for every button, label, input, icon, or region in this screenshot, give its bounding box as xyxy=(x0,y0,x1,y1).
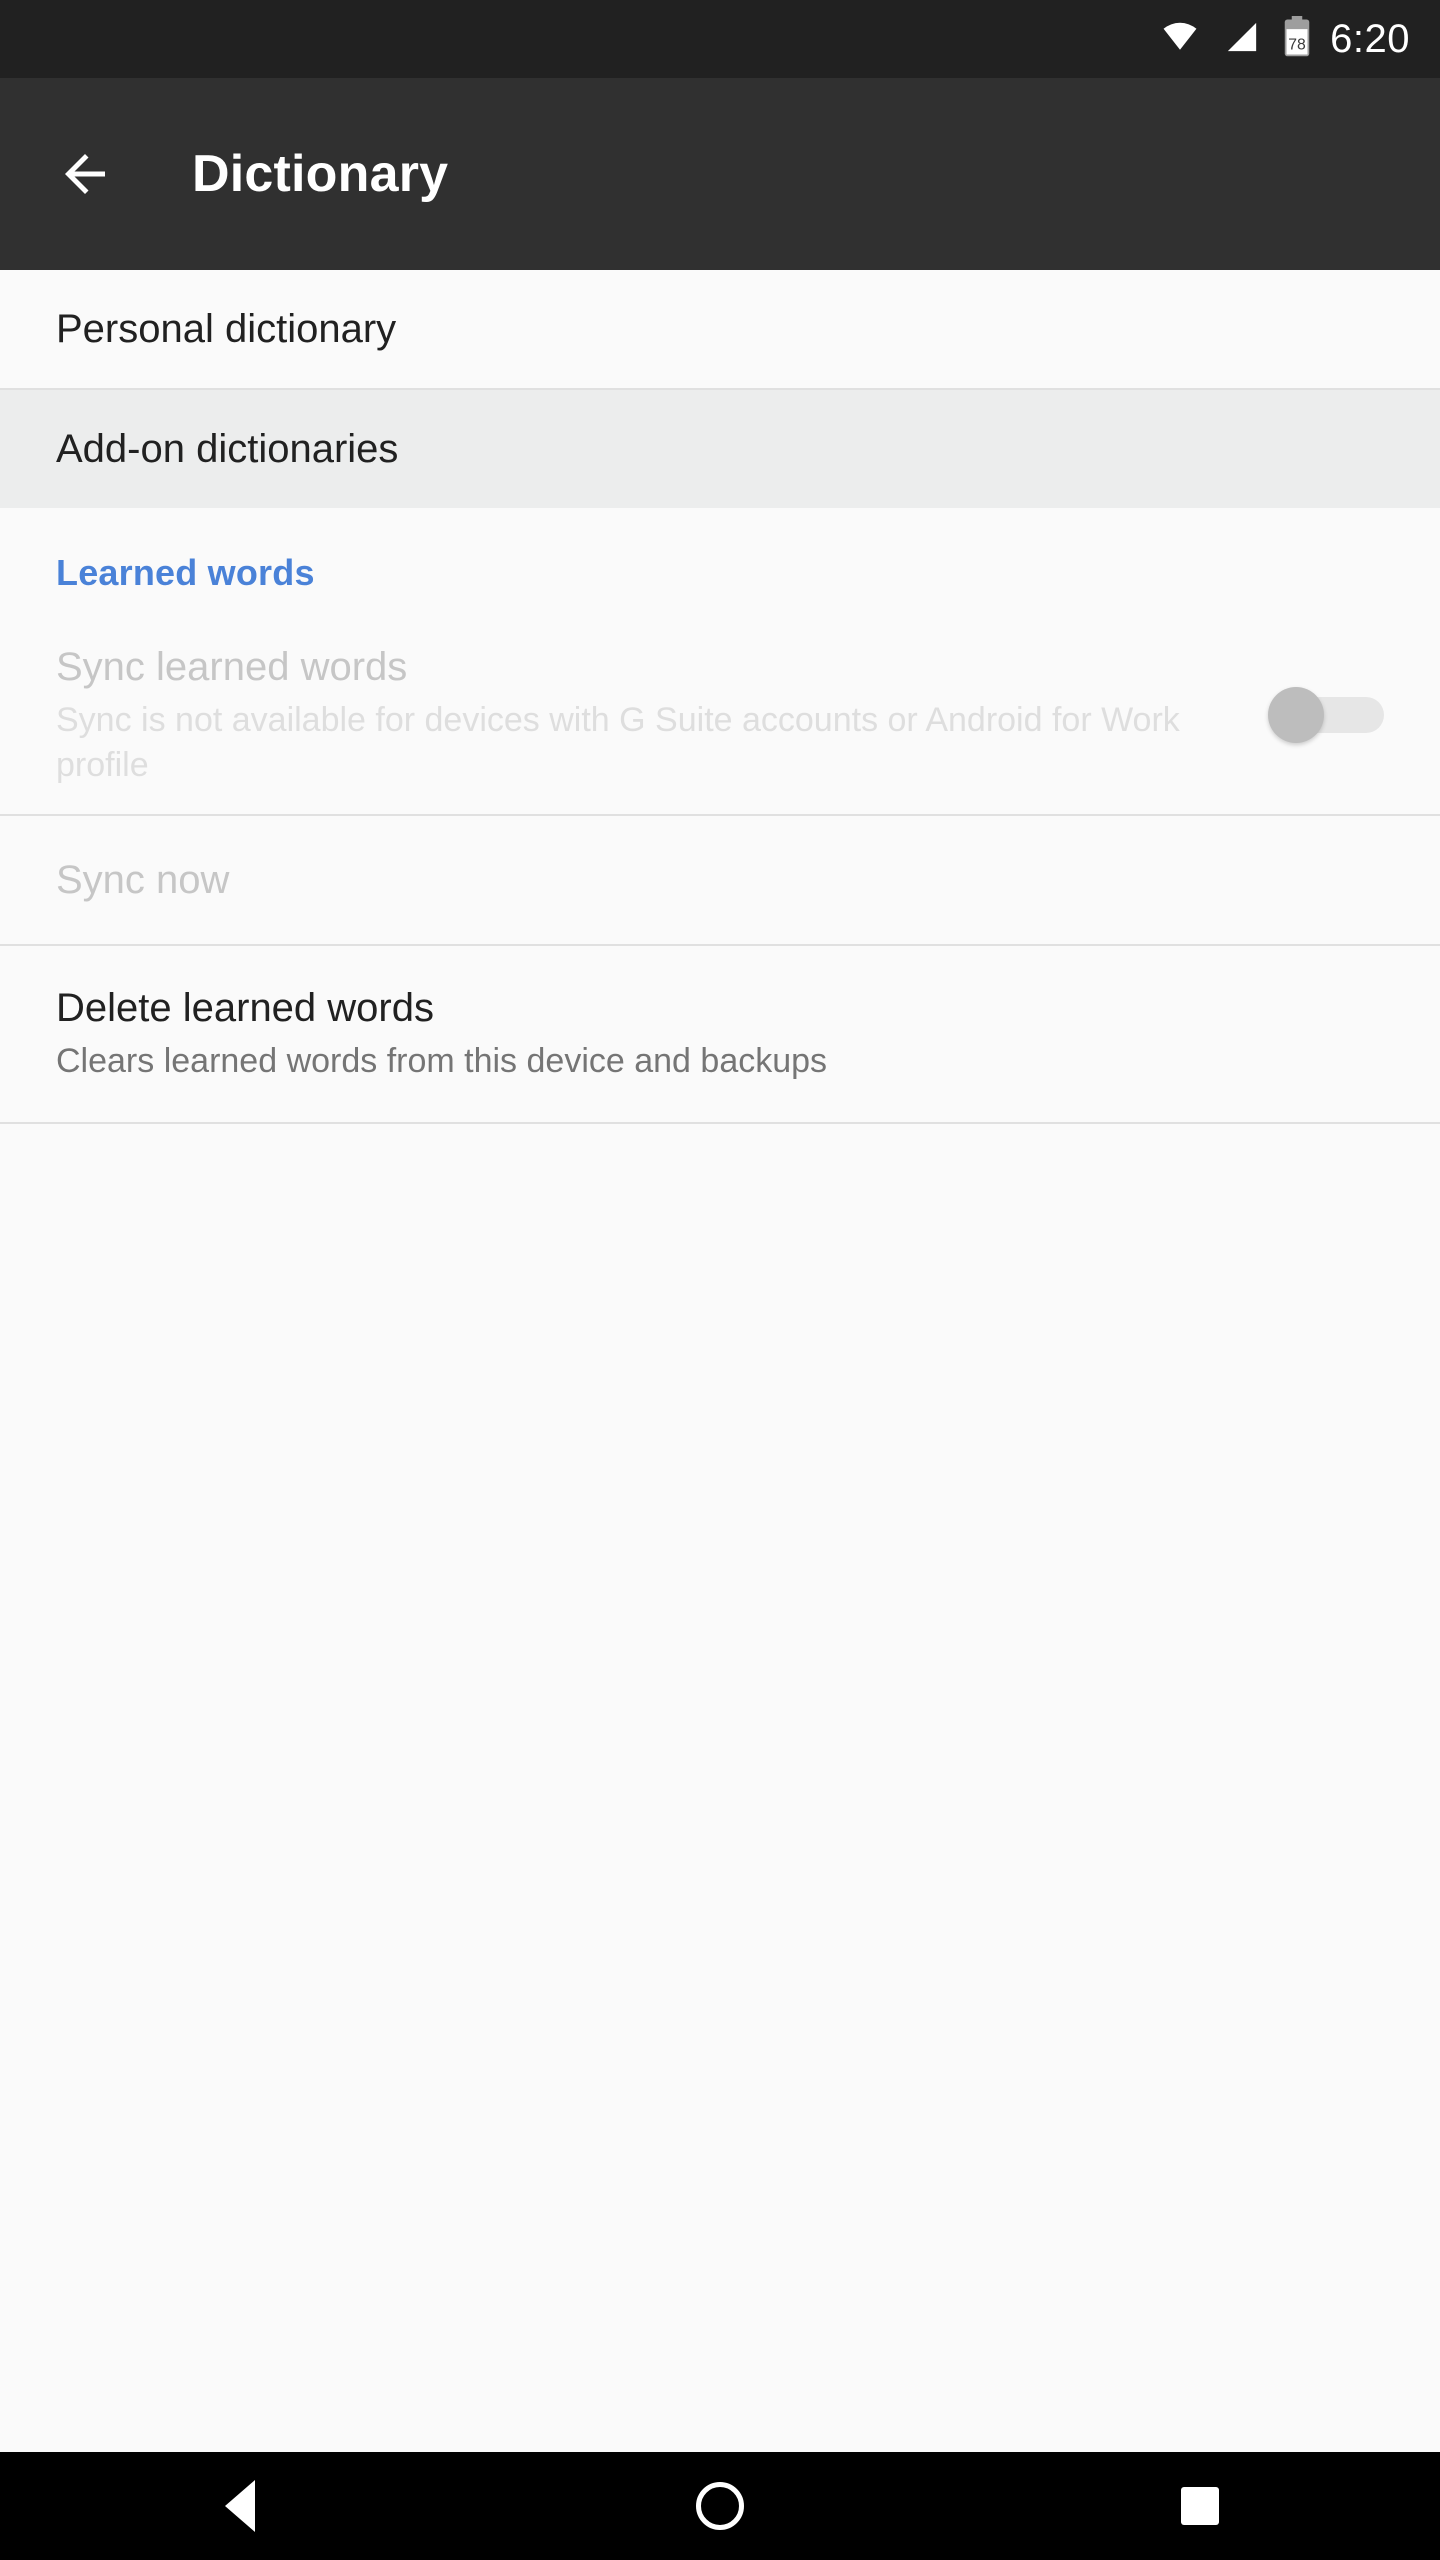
nav-home-button[interactable] xyxy=(660,2452,780,2560)
section-header-title: Learned words xyxy=(56,552,315,593)
navigation-bar xyxy=(0,2452,1440,2560)
row-body: Delete learned words Clears learned word… xyxy=(56,983,1384,1084)
toggle-thumb xyxy=(1268,686,1324,743)
nav-recents-icon xyxy=(1181,2487,1219,2525)
status-bar-icons: 78 xyxy=(1158,15,1312,63)
back-button[interactable] xyxy=(46,135,124,213)
settings-item-personal-dictionary[interactable]: Personal dictionary xyxy=(0,270,1440,388)
nav-back-button[interactable] xyxy=(180,2452,300,2560)
nav-back-icon xyxy=(225,2480,255,2532)
row-body: Sync learned words Sync is not available… xyxy=(56,642,1238,788)
settings-item-add-on-dictionaries[interactable]: Add-on dictionaries xyxy=(0,390,1440,508)
status-bar-clock: 6:20 xyxy=(1330,16,1410,61)
settings-item-title: Sync now xyxy=(56,857,230,902)
settings-item-summary: Sync is not available for devices with G… xyxy=(56,701,1180,784)
row-body: Add-on dictionaries xyxy=(56,424,1384,474)
settings-item-title: Delete learned words xyxy=(56,986,434,1031)
row-body: Sync now xyxy=(56,855,1384,905)
battery-icon: 78 xyxy=(1282,15,1312,63)
list-empty-area xyxy=(0,1123,1440,2024)
status-bar: 78 6:20 xyxy=(0,0,1440,78)
nav-recents-button[interactable] xyxy=(1140,2452,1260,2560)
app-bar: Dictionary xyxy=(0,78,1440,278)
settings-item-title: Sync learned words xyxy=(56,645,408,689)
svg-text:78: 78 xyxy=(1288,36,1306,53)
settings-list: Personal dictionary Add-on dictionaries … xyxy=(0,270,1440,2024)
cellular-signal-icon xyxy=(1222,20,1262,59)
settings-item-sync-now: Sync now xyxy=(0,815,1440,944)
section-header-learned-words: Learned words xyxy=(0,508,1440,616)
back-arrow-icon xyxy=(65,154,105,194)
sync-learned-words-toggle xyxy=(1268,686,1384,743)
phone-screen: 78 6:20 Dictionary Personal dictionary A… xyxy=(0,0,1440,2560)
settings-item-summary: Clears learned words from this device an… xyxy=(56,1042,828,1081)
nav-home-icon xyxy=(696,2482,744,2530)
settings-item-sync-learned-words: Sync learned words Sync is not available… xyxy=(0,616,1440,814)
settings-item-title: Add-on dictionaries xyxy=(56,427,399,471)
settings-item-title: Personal dictionary xyxy=(56,307,397,351)
settings-item-delete-learned-words[interactable]: Delete learned words Clears learned word… xyxy=(0,945,1440,1122)
row-body: Personal dictionary xyxy=(56,304,1384,354)
wifi-icon xyxy=(1158,20,1202,59)
page-title: Dictionary xyxy=(192,145,449,203)
